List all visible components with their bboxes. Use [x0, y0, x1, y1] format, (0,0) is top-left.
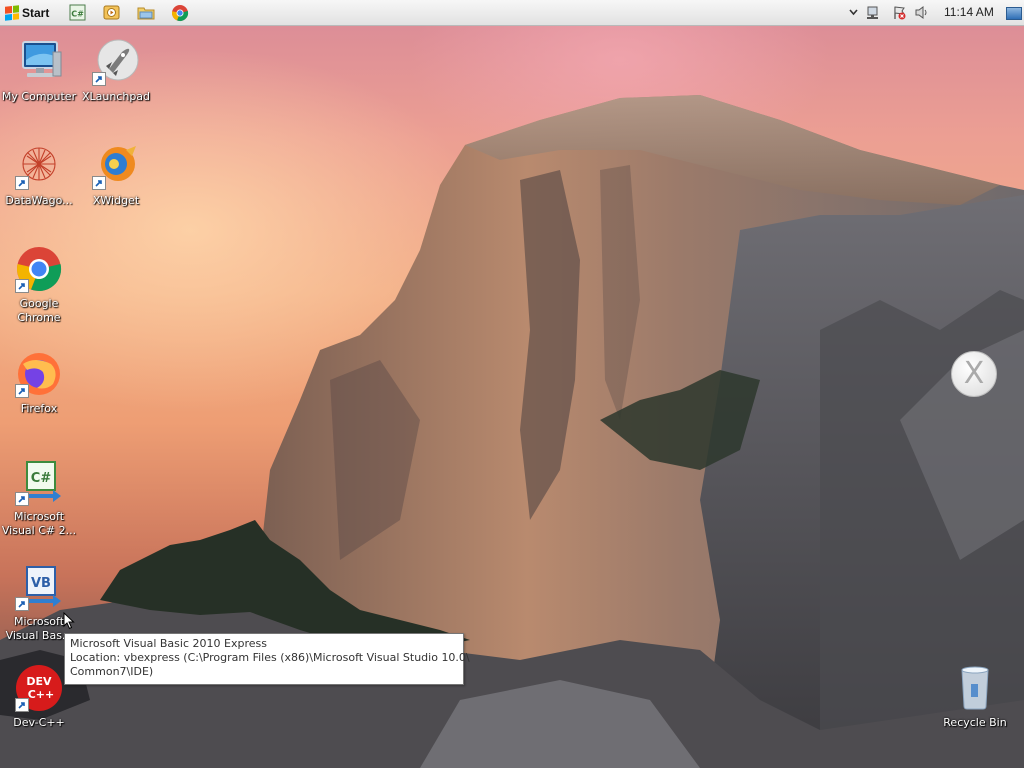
desktop-icon-visual-basic[interactable]: VB Microsoft Visual Bas...: [1, 563, 77, 643]
devcpp-badge-line1: DEV: [26, 675, 52, 688]
rocket-icon: [92, 38, 140, 86]
desktop-icon-visual-csharp[interactable]: C# Microsoft Visual C# 2...: [1, 458, 77, 538]
desktop-icon-xwidget[interactable]: XWidget: [78, 142, 154, 208]
media-player-quick-icon[interactable]: [103, 4, 121, 22]
shortcut-arrow-icon: [15, 384, 29, 398]
desktop-icon-recycle-bin[interactable]: Recycle Bin: [937, 664, 1013, 730]
tooltip-location-continued: Common7\IDE): [70, 665, 154, 678]
volume-icon[interactable]: [914, 5, 929, 20]
shortcut-arrow-icon: [92, 72, 106, 86]
xwidget-icon: [92, 142, 140, 190]
icon-tooltip: Microsoft Visual Basic 2010 Express Loca…: [64, 633, 470, 685]
tooltip-title: Microsoft Visual Basic 2010 Express: [70, 637, 267, 650]
taskbar-clock[interactable]: 11:14 AM: [944, 5, 994, 19]
desktop-icon-datawagon[interactable]: DataWago...: [1, 142, 77, 208]
start-button[interactable]: Start: [2, 2, 54, 23]
taskbar: Start C# 11:14 AM: [0, 0, 1024, 26]
computer-icon: [15, 38, 63, 86]
network-icon[interactable]: [866, 5, 881, 20]
desktop-icon-label: Dev-C++: [13, 716, 65, 729]
floating-x-widget[interactable]: X: [951, 351, 997, 397]
mouse-pointer-icon: [63, 612, 75, 630]
recycle-bin-icon: [951, 664, 999, 712]
show-desktop-button[interactable]: [1006, 7, 1022, 20]
shortcut-arrow-icon: [15, 597, 29, 611]
desktop-icon-label: Recycle Bin: [943, 716, 1007, 729]
desktop-icon-label: XWidget: [92, 194, 140, 207]
desktop-icon-firefox[interactable]: Firefox: [1, 350, 77, 416]
file-explorer-quick-icon[interactable]: [137, 4, 155, 22]
chevron-up-icon[interactable]: [846, 5, 861, 20]
svg-text:VB: VB: [31, 576, 51, 591]
desktop-icon-label: Microsoft Visual C# 2...: [1, 510, 77, 537]
shortcut-arrow-icon: [15, 492, 29, 506]
devcpp-icon: DEV C++: [15, 664, 63, 712]
chrome-icon: [15, 245, 63, 293]
desktop-icon-label: XLaunchpad: [81, 90, 151, 103]
action-center-flag-icon[interactable]: [892, 5, 907, 20]
svg-text:C#: C#: [31, 471, 52, 486]
shortcut-arrow-icon: [15, 698, 29, 712]
shortcut-arrow-icon: [92, 176, 106, 190]
visual-csharp-icon: C#: [15, 458, 63, 506]
visual-csharp-quick-icon[interactable]: C#: [69, 4, 87, 22]
x-widget-label: X: [963, 356, 985, 391]
desktop-icon-label: Google Chrome: [17, 297, 61, 324]
start-label: Start: [22, 5, 50, 20]
visual-basic-icon: VB: [15, 563, 63, 611]
desktop-icon-google-chrome[interactable]: Google Chrome: [1, 245, 77, 325]
datawagon-icon: [15, 142, 63, 190]
desktop-icon-label: My Computer: [1, 90, 77, 103]
desktop-icon-xlaunchpad[interactable]: XLaunchpad: [78, 38, 154, 104]
chrome-quick-icon[interactable]: [171, 4, 189, 22]
firefox-icon: [15, 350, 63, 398]
tooltip-location-line: Location: vbexpress (C:\Program Files (x…: [70, 651, 470, 664]
shortcut-arrow-icon: [15, 279, 29, 293]
desktop-icon-label: Firefox: [20, 402, 58, 415]
svg-text:C#: C#: [71, 10, 84, 19]
desktop-icon-my-computer[interactable]: My Computer: [1, 38, 77, 104]
windows-logo-icon: [5, 4, 19, 21]
desktop-icon-label: DataWago...: [5, 194, 73, 207]
shortcut-arrow-icon: [15, 176, 29, 190]
devcpp-badge-line2: C++: [28, 688, 55, 701]
